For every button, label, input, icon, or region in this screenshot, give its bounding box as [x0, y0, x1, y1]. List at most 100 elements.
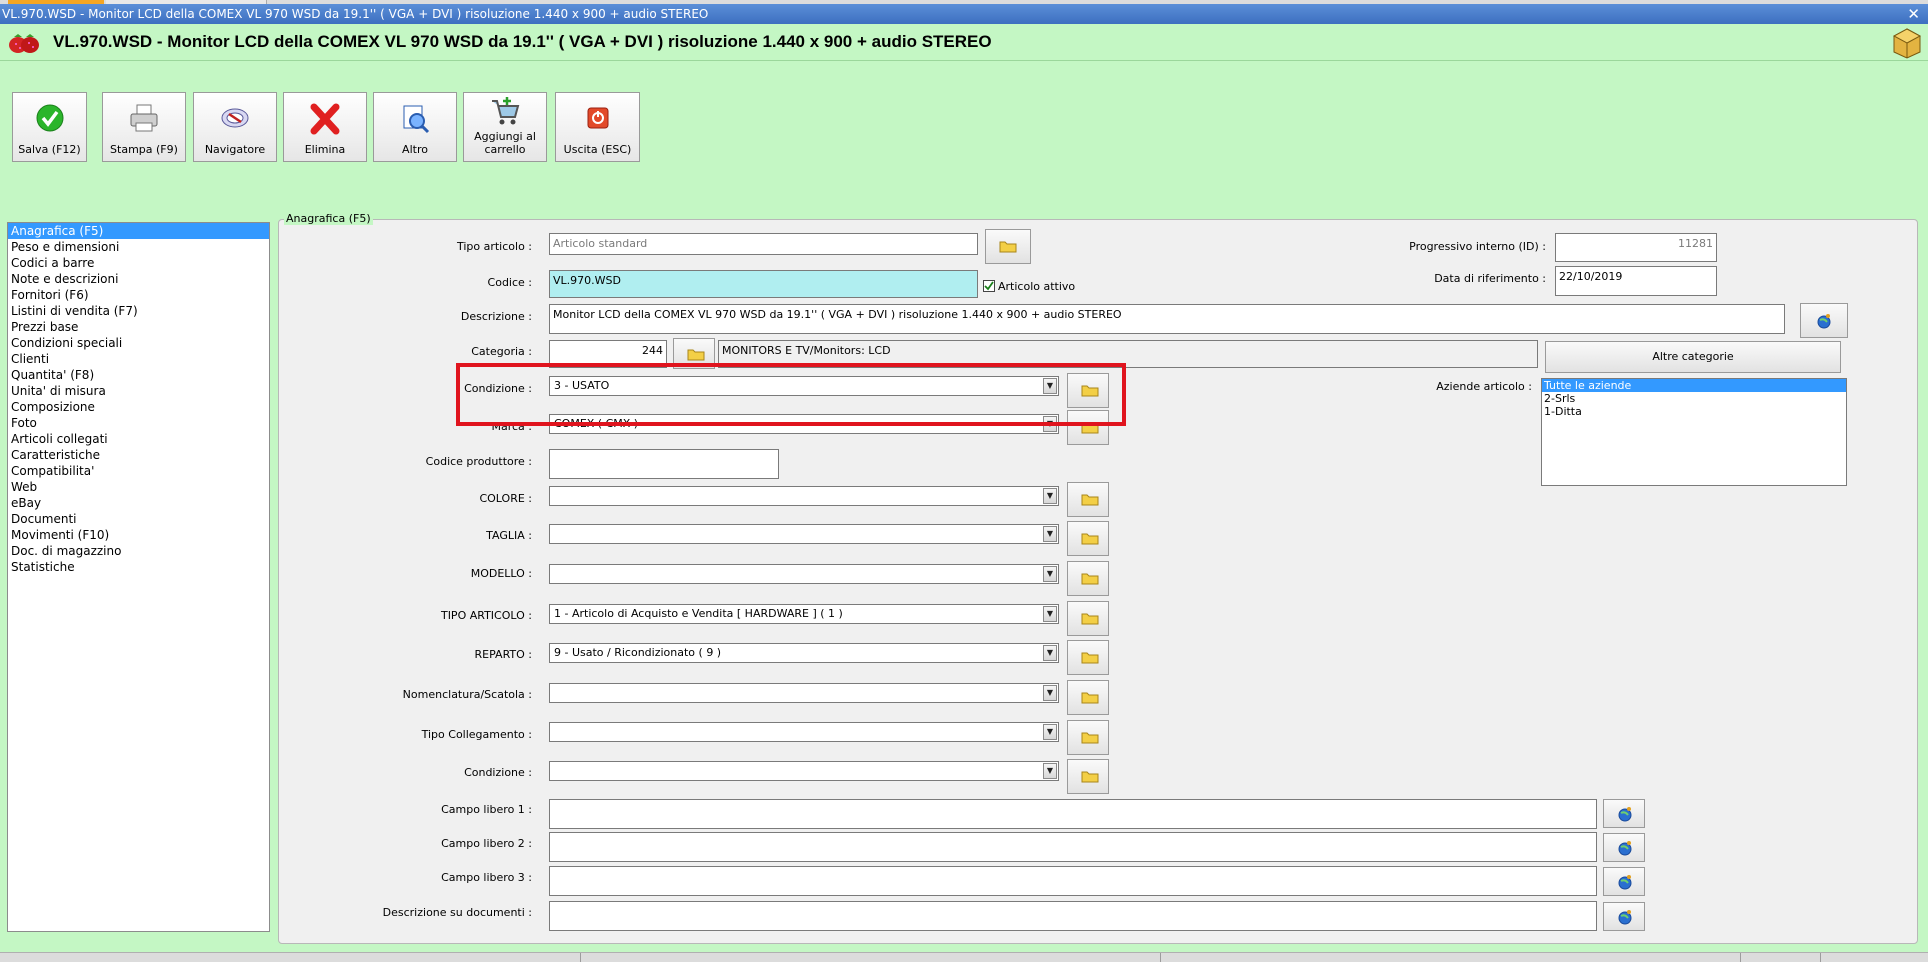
- package-icon[interactable]: [1892, 27, 1922, 62]
- modello-browse-button[interactable]: [1067, 561, 1109, 596]
- list-item[interactable]: Peso e dimensioni: [8, 239, 269, 255]
- descrizione-label: Descrizione :: [460, 310, 532, 323]
- list-item[interactable]: Listini di vendita (F7): [8, 303, 269, 319]
- chevron-down-icon[interactable]: ▼: [1043, 685, 1057, 701]
- nomenclatura-select[interactable]: ▼: [549, 683, 1059, 703]
- tipo-articolo-browse-button[interactable]: [985, 229, 1031, 264]
- save-button[interactable]: Salva (F12): [12, 92, 87, 162]
- tipo-articolo-field[interactable]: Articolo standard: [549, 233, 978, 255]
- list-item[interactable]: Compatibilita': [8, 463, 269, 479]
- campo-libero-3-field[interactable]: [549, 866, 1597, 896]
- tipo-articolo-value: 1 - Articolo di Acquisto e Vendita [ HAR…: [554, 607, 843, 620]
- cart-icon: [464, 97, 546, 127]
- list-item[interactable]: Anagrafica (F5): [8, 223, 269, 239]
- exit-button-label: Uscita (ESC): [563, 143, 632, 156]
- add-to-cart-button-label: Aggiungi al carrello: [474, 130, 536, 156]
- reparto-select[interactable]: 9 - Usato / Ricondizionato ( 9 ) ▼: [549, 643, 1059, 663]
- data-riferimento-field[interactable]: 22/10/2019: [1555, 266, 1717, 296]
- close-icon[interactable]: ✕: [1907, 5, 1920, 23]
- chevron-down-icon[interactable]: ▼: [1043, 724, 1057, 740]
- chevron-down-icon[interactable]: ▼: [1043, 606, 1057, 622]
- list-item[interactable]: Codici a barre: [8, 255, 269, 271]
- taglia-select[interactable]: ▼: [549, 524, 1059, 544]
- exit-button[interactable]: Uscita (ESC): [555, 92, 640, 162]
- globe-icon: [1618, 910, 1632, 925]
- list-item[interactable]: Prezzi base: [8, 319, 269, 335]
- section-list[interactable]: Anagrafica (F5) Peso e dimensioni Codici…: [7, 222, 270, 932]
- list-item[interactable]: 1-Ditta: [1542, 405, 1846, 418]
- group-caption: Anagrafica (F5): [284, 212, 373, 225]
- list-item[interactable]: Quantita' (F8): [8, 367, 269, 383]
- progressivo-field[interactable]: 11281: [1555, 233, 1717, 262]
- taglia-browse-button[interactable]: [1067, 521, 1109, 556]
- other-button[interactable]: Altro: [373, 92, 457, 162]
- chevron-down-icon[interactable]: ▼: [1043, 566, 1057, 582]
- data-riferimento-label: Data di riferimento :: [1434, 272, 1546, 285]
- colore-browse-button[interactable]: [1067, 482, 1109, 517]
- list-item[interactable]: Doc. di magazzino: [8, 543, 269, 559]
- strawberry-app-icon: [6, 32, 42, 57]
- nomenclatura-browse-button[interactable]: [1067, 680, 1109, 715]
- other-button-label: Altro: [402, 143, 428, 156]
- tipo-articolo-label: Tipo articolo :: [456, 240, 532, 253]
- print-button[interactable]: Stampa (F9): [102, 92, 186, 162]
- list-item[interactable]: Foto: [8, 415, 269, 431]
- chevron-down-icon[interactable]: ▼: [1043, 488, 1057, 504]
- folder-icon: [1081, 613, 1099, 625]
- globe-icon: [1618, 875, 1632, 890]
- list-item[interactable]: Articoli collegati: [8, 431, 269, 447]
- list-item[interactable]: 2-Srls: [1542, 392, 1846, 405]
- folder-icon: [999, 241, 1017, 253]
- list-item[interactable]: Clienti: [8, 351, 269, 367]
- power-icon: [556, 103, 639, 133]
- campo-libero-1-field[interactable]: [549, 799, 1597, 829]
- campo-libero-1-globe-button[interactable]: [1603, 799, 1645, 828]
- tipo-collegamento-select[interactable]: ▼: [549, 722, 1059, 742]
- delete-button[interactable]: Elimina: [283, 92, 367, 162]
- tipo-articolo-combo-browse-button[interactable]: [1067, 601, 1109, 636]
- descrizione-documenti-field[interactable]: [549, 901, 1597, 931]
- list-item[interactable]: Note e descrizioni: [8, 271, 269, 287]
- chevron-down-icon[interactable]: ▼: [1043, 763, 1057, 779]
- tipo-collegamento-label: Tipo Collegamento :: [421, 728, 532, 741]
- descrizione-field[interactable]: Monitor LCD della COMEX VL 970 WSD da 19…: [549, 304, 1785, 334]
- header-divider: [0, 60, 1928, 61]
- list-item[interactable]: Statistiche: [8, 559, 269, 575]
- list-item[interactable]: Movimenti (F10): [8, 527, 269, 543]
- descrizione-documenti-globe-button[interactable]: [1603, 902, 1645, 931]
- list-item[interactable]: eBay: [8, 495, 269, 511]
- list-item[interactable]: Composizione: [8, 399, 269, 415]
- folder-icon: [687, 349, 705, 361]
- articolo-attivo-checkbox[interactable]: [983, 280, 995, 292]
- codice-produttore-field[interactable]: [549, 449, 779, 479]
- codice-field[interactable]: VL.970.WSD: [549, 270, 978, 298]
- campo-libero-2-field[interactable]: [549, 832, 1597, 862]
- colore-select[interactable]: ▼: [549, 486, 1059, 506]
- condizione2-browse-button[interactable]: [1067, 759, 1109, 794]
- chevron-down-icon[interactable]: ▼: [1043, 645, 1057, 661]
- campo-libero-2-globe-button[interactable]: [1603, 833, 1645, 862]
- altre-categorie-button[interactable]: Altre categorie: [1545, 341, 1841, 373]
- folder-icon: [1081, 652, 1099, 664]
- navigator-button[interactable]: Navigatore: [193, 92, 277, 162]
- chevron-down-icon[interactable]: ▼: [1043, 526, 1057, 542]
- aziende-list[interactable]: Tutte le aziende 2-Srls 1-Ditta: [1541, 378, 1847, 486]
- list-item[interactable]: Condizioni speciali: [8, 335, 269, 351]
- list-item[interactable]: Fornitori (F6): [8, 287, 269, 303]
- add-to-cart-button[interactable]: Aggiungi al carrello: [463, 92, 547, 162]
- list-item[interactable]: Caratteristiche: [8, 447, 269, 463]
- list-item[interactable]: Web: [8, 479, 269, 495]
- tipo-collegamento-browse-button[interactable]: [1067, 720, 1109, 755]
- campo-libero-3-globe-button[interactable]: [1603, 867, 1645, 896]
- reparto-value: 9 - Usato / Ricondizionato ( 9 ): [554, 646, 722, 659]
- tipo-articolo-select[interactable]: 1 - Articolo di Acquisto e Vendita [ HAR…: [549, 604, 1059, 624]
- campo-libero-2-label: Campo libero 2 :: [441, 837, 532, 850]
- reparto-browse-button[interactable]: [1067, 640, 1109, 675]
- condizione2-select[interactable]: ▼: [549, 761, 1059, 781]
- modello-select[interactable]: ▼: [549, 564, 1059, 584]
- aziende-label: Aziende articolo :: [1436, 380, 1532, 393]
- list-item[interactable]: Unita' di misura: [8, 383, 269, 399]
- list-item[interactable]: Documenti: [8, 511, 269, 527]
- list-item[interactable]: Tutte le aziende: [1542, 379, 1846, 392]
- descrizione-globe-button[interactable]: [1800, 303, 1848, 338]
